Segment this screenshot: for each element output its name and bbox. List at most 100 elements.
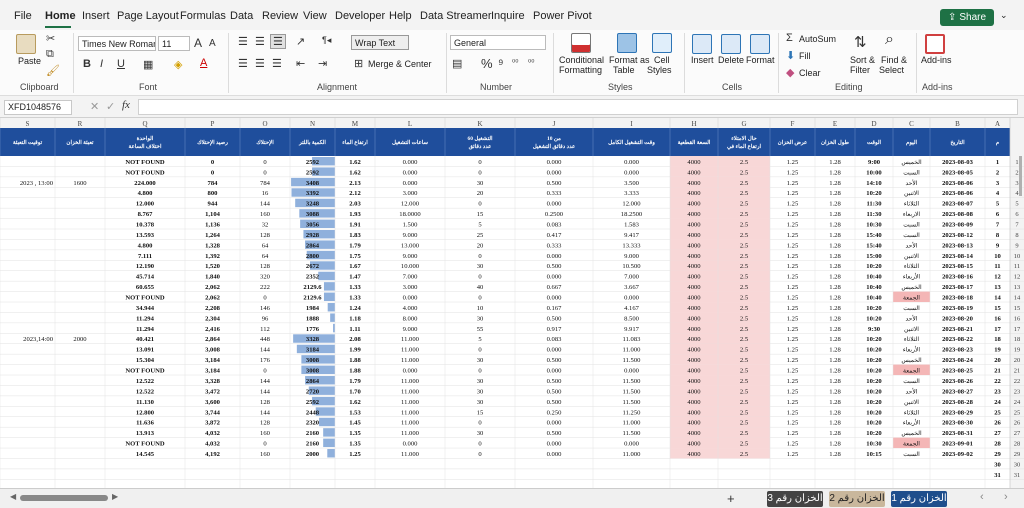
sort-filter-label-1[interactable]: Sort &	[850, 55, 875, 65]
merge-center-label[interactable]: Merge & Center	[368, 59, 432, 69]
tab-view[interactable]: View	[303, 10, 327, 22]
insert-cells-icon[interactable]	[692, 34, 712, 54]
sheet-tab-2[interactable]: الخزان رقم 2	[829, 491, 885, 507]
conditional-formatting-label-1[interactable]: Conditional	[559, 55, 604, 65]
paste-icon[interactable]	[16, 34, 36, 54]
enter-icon[interactable]: ✓	[106, 100, 115, 113]
align-left-icon[interactable]: ☰	[238, 57, 248, 70]
align-middle-icon[interactable]: ☰	[255, 35, 265, 48]
horizontal-scrollbar[interactable]	[20, 495, 108, 501]
tab-home[interactable]: Home	[45, 10, 76, 22]
format-cells-icon[interactable]	[750, 34, 770, 54]
vertical-scrollbar[interactable]	[1019, 156, 1022, 196]
addins-icon[interactable]	[925, 34, 945, 54]
decrease-decimal-icon[interactable]: ⁰⁰	[528, 58, 534, 67]
align-right-icon[interactable]: ☰	[272, 57, 282, 70]
bold-button[interactable]: B	[83, 58, 91, 70]
wrap-text-button[interactable]: Wrap Text	[351, 35, 409, 50]
spreadsheet-grid[interactable]: A B C D E F G H I J K L M N O P Q R S م التاريخ اليوم الوقت طول…	[0, 118, 1024, 488]
tab-help[interactable]: Help	[389, 10, 412, 22]
font-color-icon[interactable]: A	[200, 57, 207, 69]
tab-formulas[interactable]: Formulas	[180, 10, 226, 22]
tab-insert[interactable]: Insert	[82, 10, 110, 22]
cancel-icon[interactable]: ✕	[90, 100, 99, 113]
fill-icon[interactable]: ⬇	[786, 49, 795, 62]
paste-label[interactable]: Paste	[18, 56, 41, 66]
clear-icon[interactable]: ◆	[786, 66, 794, 79]
name-box[interactable]: XFD1048576	[4, 100, 72, 115]
fill-color-icon[interactable]: ◈	[174, 58, 182, 71]
sheet-tab-1[interactable]: الخزان رقم 1	[891, 491, 947, 507]
cell-styles-icon[interactable]	[652, 33, 672, 53]
number-format-box[interactable]: General	[450, 35, 546, 50]
font-size-box[interactable]: 11	[158, 36, 190, 51]
format-as-table-label-1[interactable]: Format as	[609, 55, 650, 65]
cell-N: 2592	[306, 169, 320, 176]
next-sheet-icon[interactable]: ›	[1004, 491, 1008, 503]
clear-label[interactable]: Clear	[799, 68, 821, 78]
orientation-icon[interactable]: ↗	[296, 35, 305, 48]
align-top-icon[interactable]: ☰	[238, 35, 248, 48]
align-center-icon[interactable]: ☰	[255, 57, 265, 70]
format-as-table-icon[interactable]	[617, 33, 637, 53]
conditional-formatting-label-2[interactable]: Formatting	[559, 65, 602, 75]
insert-cells-label[interactable]: Insert	[691, 55, 714, 65]
tab-review[interactable]: Review	[262, 10, 298, 22]
prev-sheet-icon[interactable]: ‹	[980, 491, 984, 503]
add-sheet-button[interactable]: +	[727, 491, 735, 506]
merge-icon[interactable]: ⊞	[354, 57, 363, 70]
sort-filter-icon[interactable]: ⇅	[854, 33, 867, 51]
increase-indent-icon[interactable]: ⇥	[318, 57, 327, 70]
percent-icon[interactable]: %	[481, 56, 493, 71]
format-cells-label[interactable]: Format	[746, 55, 775, 65]
currency-icon[interactable]: ▤	[452, 57, 462, 70]
autosum-label[interactable]: AutoSum	[799, 34, 836, 44]
share-button[interactable]: ⇪ Share	[940, 9, 994, 26]
sheet-canvas[interactable]: ABCDEFGHIJKLMNOPQRSمالتاريخاليومالوقتطول…	[0, 118, 1024, 488]
cell-styles-label-2[interactable]: Styles	[647, 65, 672, 75]
format-as-table-label-2[interactable]: Table	[613, 65, 635, 75]
copy-icon[interactable]: ⧉	[46, 48, 54, 61]
cell-L: 18.0000	[399, 211, 421, 218]
delete-cells-label[interactable]: Delete	[718, 55, 744, 65]
tab-inquire[interactable]: Inquire	[491, 10, 525, 22]
sort-filter-label-2[interactable]: Filter	[850, 65, 870, 75]
cell-styles-label-1[interactable]: Cell	[654, 55, 670, 65]
font-name-box[interactable]: Times New Roman	[78, 36, 156, 51]
header-cell: الوقت	[867, 139, 882, 146]
tab-page-layout[interactable]: Page Layout	[117, 10, 179, 22]
italic-button[interactable]: I	[100, 58, 103, 70]
delete-cells-icon[interactable]	[721, 34, 741, 54]
tab-file[interactable]: File	[14, 10, 32, 22]
find-select-label-2[interactable]: Select	[879, 65, 904, 75]
cell-L: 0.000	[403, 295, 419, 302]
tab-data-streamer[interactable]: Data Streamer	[420, 10, 492, 22]
comma-icon[interactable]: ⁹	[498, 56, 504, 71]
find-select-label-1[interactable]: Find &	[881, 55, 907, 65]
scroll-left-icon[interactable]: ◀	[10, 492, 16, 501]
rtl-icon[interactable]: ¶◂	[322, 35, 331, 46]
borders-icon[interactable]: ▦	[143, 58, 153, 71]
formula-input[interactable]	[138, 99, 1018, 115]
tab-data[interactable]: Data	[230, 10, 253, 22]
sheet-tab-3[interactable]: الخزان رقم 3	[767, 491, 823, 507]
insert-function-icon[interactable]: fx	[122, 99, 130, 111]
find-select-icon[interactable]: ⌕	[885, 31, 894, 49]
addins-label[interactable]: Add-ins	[921, 55, 952, 65]
cell-H: 4000	[687, 284, 701, 291]
underline-button[interactable]: U	[117, 58, 125, 70]
decrease-indent-icon[interactable]: ⇤	[296, 57, 305, 70]
fill-label[interactable]: Fill	[799, 51, 811, 61]
cut-icon[interactable]: ✂	[46, 32, 55, 45]
autosum-icon[interactable]: Σ	[786, 32, 793, 44]
conditional-formatting-icon[interactable]	[571, 33, 591, 53]
format-painter-icon[interactable]: 🖌	[46, 64, 60, 77]
scroll-right-icon[interactable]: ▶	[112, 492, 118, 501]
align-bottom-icon[interactable]: ☰	[270, 34, 286, 49]
ribbon-collapse-icon[interactable]: ⌄	[1000, 10, 1008, 21]
font-shrink-icon[interactable]: A	[209, 38, 216, 49]
font-grow-icon[interactable]: A	[194, 36, 202, 50]
increase-decimal-icon[interactable]: ⁰⁰	[512, 58, 518, 67]
tab-developer[interactable]: Developer	[335, 10, 385, 22]
tab-power-pivot[interactable]: Power Pivot	[533, 10, 592, 22]
